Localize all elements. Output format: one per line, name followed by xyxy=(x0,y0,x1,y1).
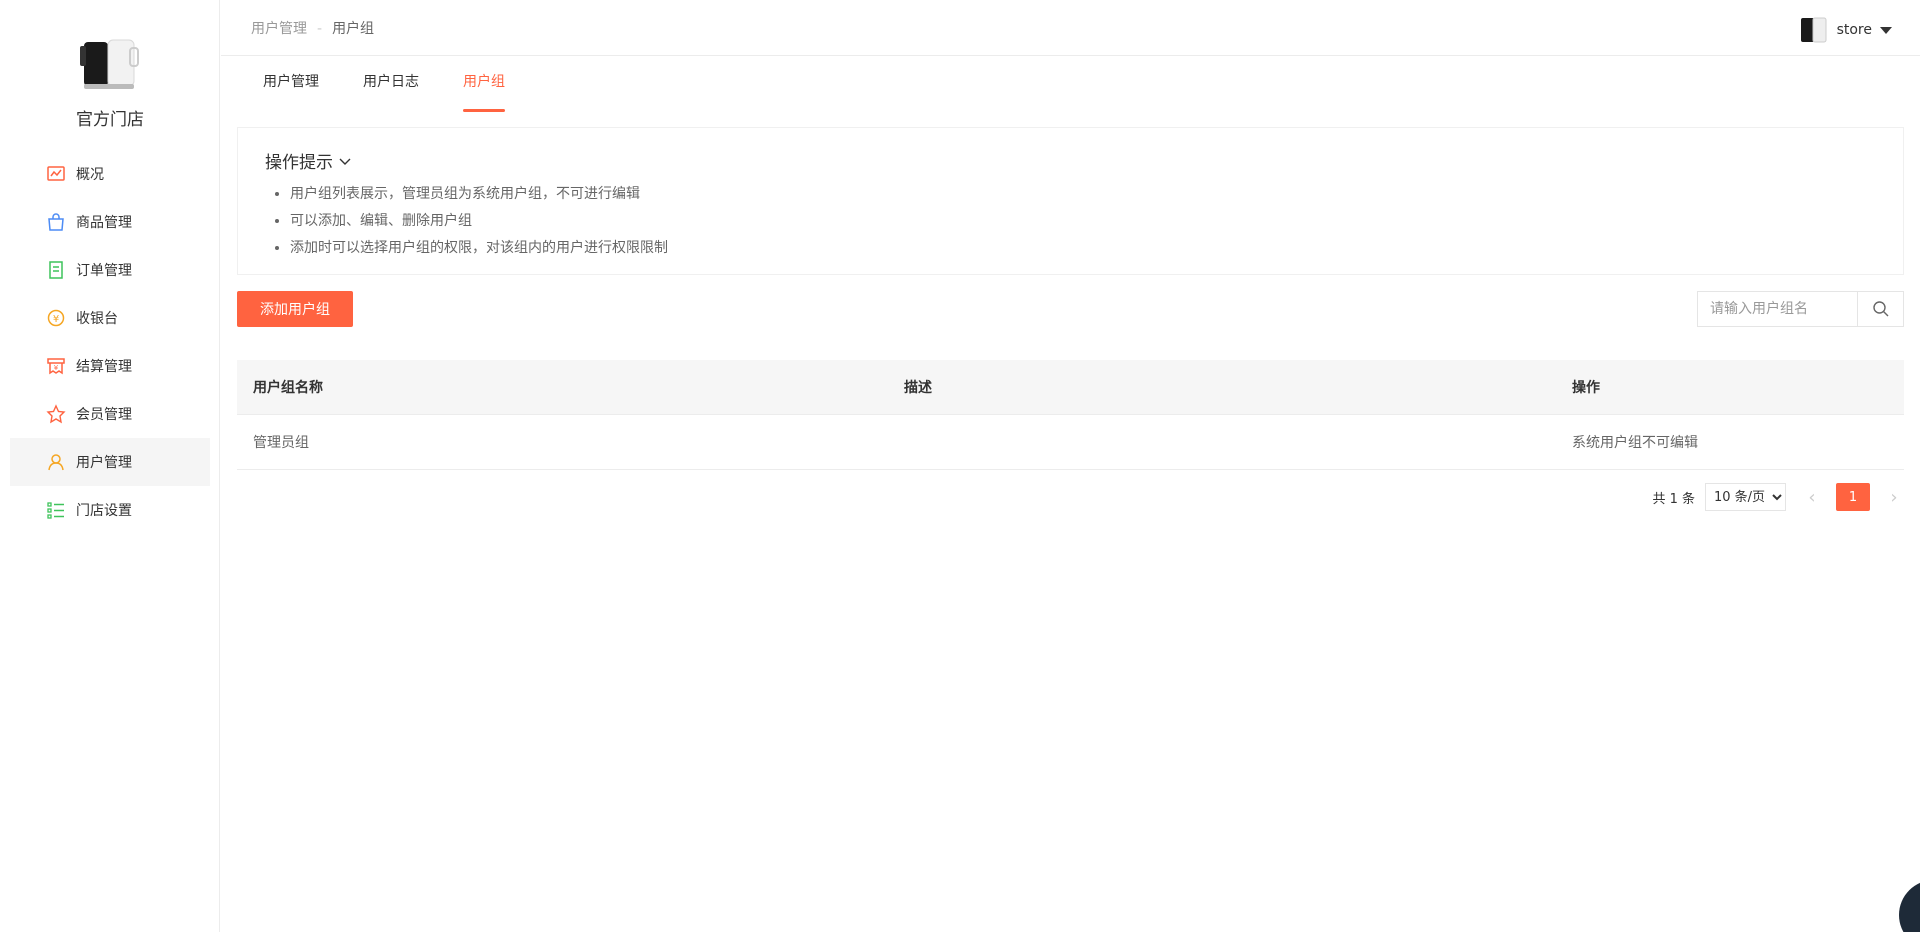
bag-icon xyxy=(46,212,66,232)
search-box xyxy=(1697,291,1904,327)
user-menu[interactable]: store xyxy=(1800,16,1892,44)
top-header: 用户管理 - 用户组 store xyxy=(221,0,1920,56)
add-user-group-button[interactable]: 添加用户组 xyxy=(237,291,353,327)
floating-help-button[interactable] xyxy=(1899,880,1920,932)
breadcrumb-current: 用户组 xyxy=(332,21,375,37)
tab-bar: 用户管理 用户日志 用户组 xyxy=(263,56,549,112)
sidebar-item-label: 门店设置 xyxy=(76,503,132,519)
sidebar-item-label: 商品管理 xyxy=(76,215,132,231)
settlement-icon: ¥ xyxy=(46,356,66,376)
total-count: 共 1 条 xyxy=(1652,491,1695,507)
search-input[interactable] xyxy=(1698,292,1857,326)
sidebar-item-cashier[interactable]: ¥ 收银台 xyxy=(10,294,210,342)
star-icon xyxy=(46,404,66,424)
tips-title: 操作提示 xyxy=(265,153,333,173)
sidebar-item-label: 结算管理 xyxy=(76,359,132,375)
table-row: 管理员组 系统用户组不可编辑 xyxy=(237,415,1904,470)
tip-item: 用户组列表展示，管理员组为系统用户组，不可进行编辑 xyxy=(290,181,668,208)
list-icon xyxy=(46,500,66,520)
next-page-button[interactable]: › xyxy=(1884,483,1904,511)
breadcrumb-parent[interactable]: 用户管理 xyxy=(251,21,307,37)
breadcrumb: 用户管理 - 用户组 xyxy=(251,18,374,38)
sidebar: 官方门店 概况 商品管理 订单管理 ¥ 收银台 ¥ 结算管理 会员管理 用户管理… xyxy=(0,0,220,932)
sidebar-item-overview[interactable]: 概况 xyxy=(10,150,210,198)
user-icon xyxy=(46,452,66,472)
sidebar-nav: 概况 商品管理 订单管理 ¥ 收银台 ¥ 结算管理 会员管理 用户管理 门店设置 xyxy=(10,150,210,534)
sidebar-item-members[interactable]: 会员管理 xyxy=(10,390,210,438)
sidebar-item-label: 概况 xyxy=(76,167,104,183)
breadcrumb-separator: - xyxy=(317,21,323,37)
cell-group-name: 管理员组 xyxy=(253,435,309,451)
sidebar-item-settlement[interactable]: ¥ 结算管理 xyxy=(10,342,210,390)
sidebar-item-orders[interactable]: 订单管理 xyxy=(10,246,210,294)
column-header-actions: 操作 xyxy=(1572,380,1600,396)
tab-user-group[interactable]: 用户组 xyxy=(463,56,505,112)
pagination: 共 1 条 10 条/页 ‹ 1 › xyxy=(1652,483,1904,511)
table-header: 用户组名称 描述 操作 xyxy=(237,360,1904,415)
operation-tips: 操作提示 用户组列表展示，管理员组为系统用户组，不可进行编辑 可以添加、编辑、删… xyxy=(237,127,1904,275)
sidebar-item-store-settings[interactable]: 门店设置 xyxy=(10,486,210,534)
svg-text:¥: ¥ xyxy=(53,314,59,325)
column-header-description: 描述 xyxy=(904,380,932,396)
chevron-down-icon xyxy=(339,158,351,165)
avatar xyxy=(1800,17,1827,43)
tips-list: 用户组列表展示，管理员组为系统用户组，不可进行编辑 可以添加、编辑、删除用户组 … xyxy=(290,181,668,262)
store-logo xyxy=(80,39,139,89)
tip-item: 添加时可以选择用户组的权限，对该组内的用户进行权限限制 xyxy=(290,235,668,262)
caret-down-icon xyxy=(1880,26,1892,34)
page-size-select[interactable]: 10 条/页 xyxy=(1705,483,1786,511)
tab-user-management[interactable]: 用户管理 xyxy=(263,56,319,112)
sidebar-item-label: 会员管理 xyxy=(76,407,132,423)
search-button[interactable] xyxy=(1857,292,1903,326)
sidebar-item-products[interactable]: 商品管理 xyxy=(10,198,210,246)
prev-page-button[interactable]: ‹ xyxy=(1802,483,1822,511)
tips-toggle[interactable]: 操作提示 xyxy=(265,148,351,173)
store-name: 官方门店 xyxy=(76,110,144,130)
user-name: store xyxy=(1836,22,1872,38)
tip-item: 可以添加、编辑、删除用户组 xyxy=(290,208,668,235)
svg-text:¥: ¥ xyxy=(54,364,59,372)
user-group-table: 用户组名称 描述 操作 管理员组 系统用户组不可编辑 xyxy=(237,360,1904,470)
sidebar-item-label: 订单管理 xyxy=(76,263,132,279)
chart-icon xyxy=(46,164,66,184)
cell-actions: 系统用户组不可编辑 xyxy=(1572,435,1698,451)
sidebar-item-users[interactable]: 用户管理 xyxy=(10,438,210,486)
cashier-icon: ¥ xyxy=(46,308,66,328)
page-number-current[interactable]: 1 xyxy=(1836,483,1870,511)
order-icon xyxy=(46,260,66,280)
tab-user-log[interactable]: 用户日志 xyxy=(363,56,419,112)
sidebar-item-label: 收银台 xyxy=(76,311,118,327)
search-icon xyxy=(1872,301,1888,317)
column-header-name: 用户组名称 xyxy=(253,380,323,396)
sidebar-item-label: 用户管理 xyxy=(76,455,132,471)
